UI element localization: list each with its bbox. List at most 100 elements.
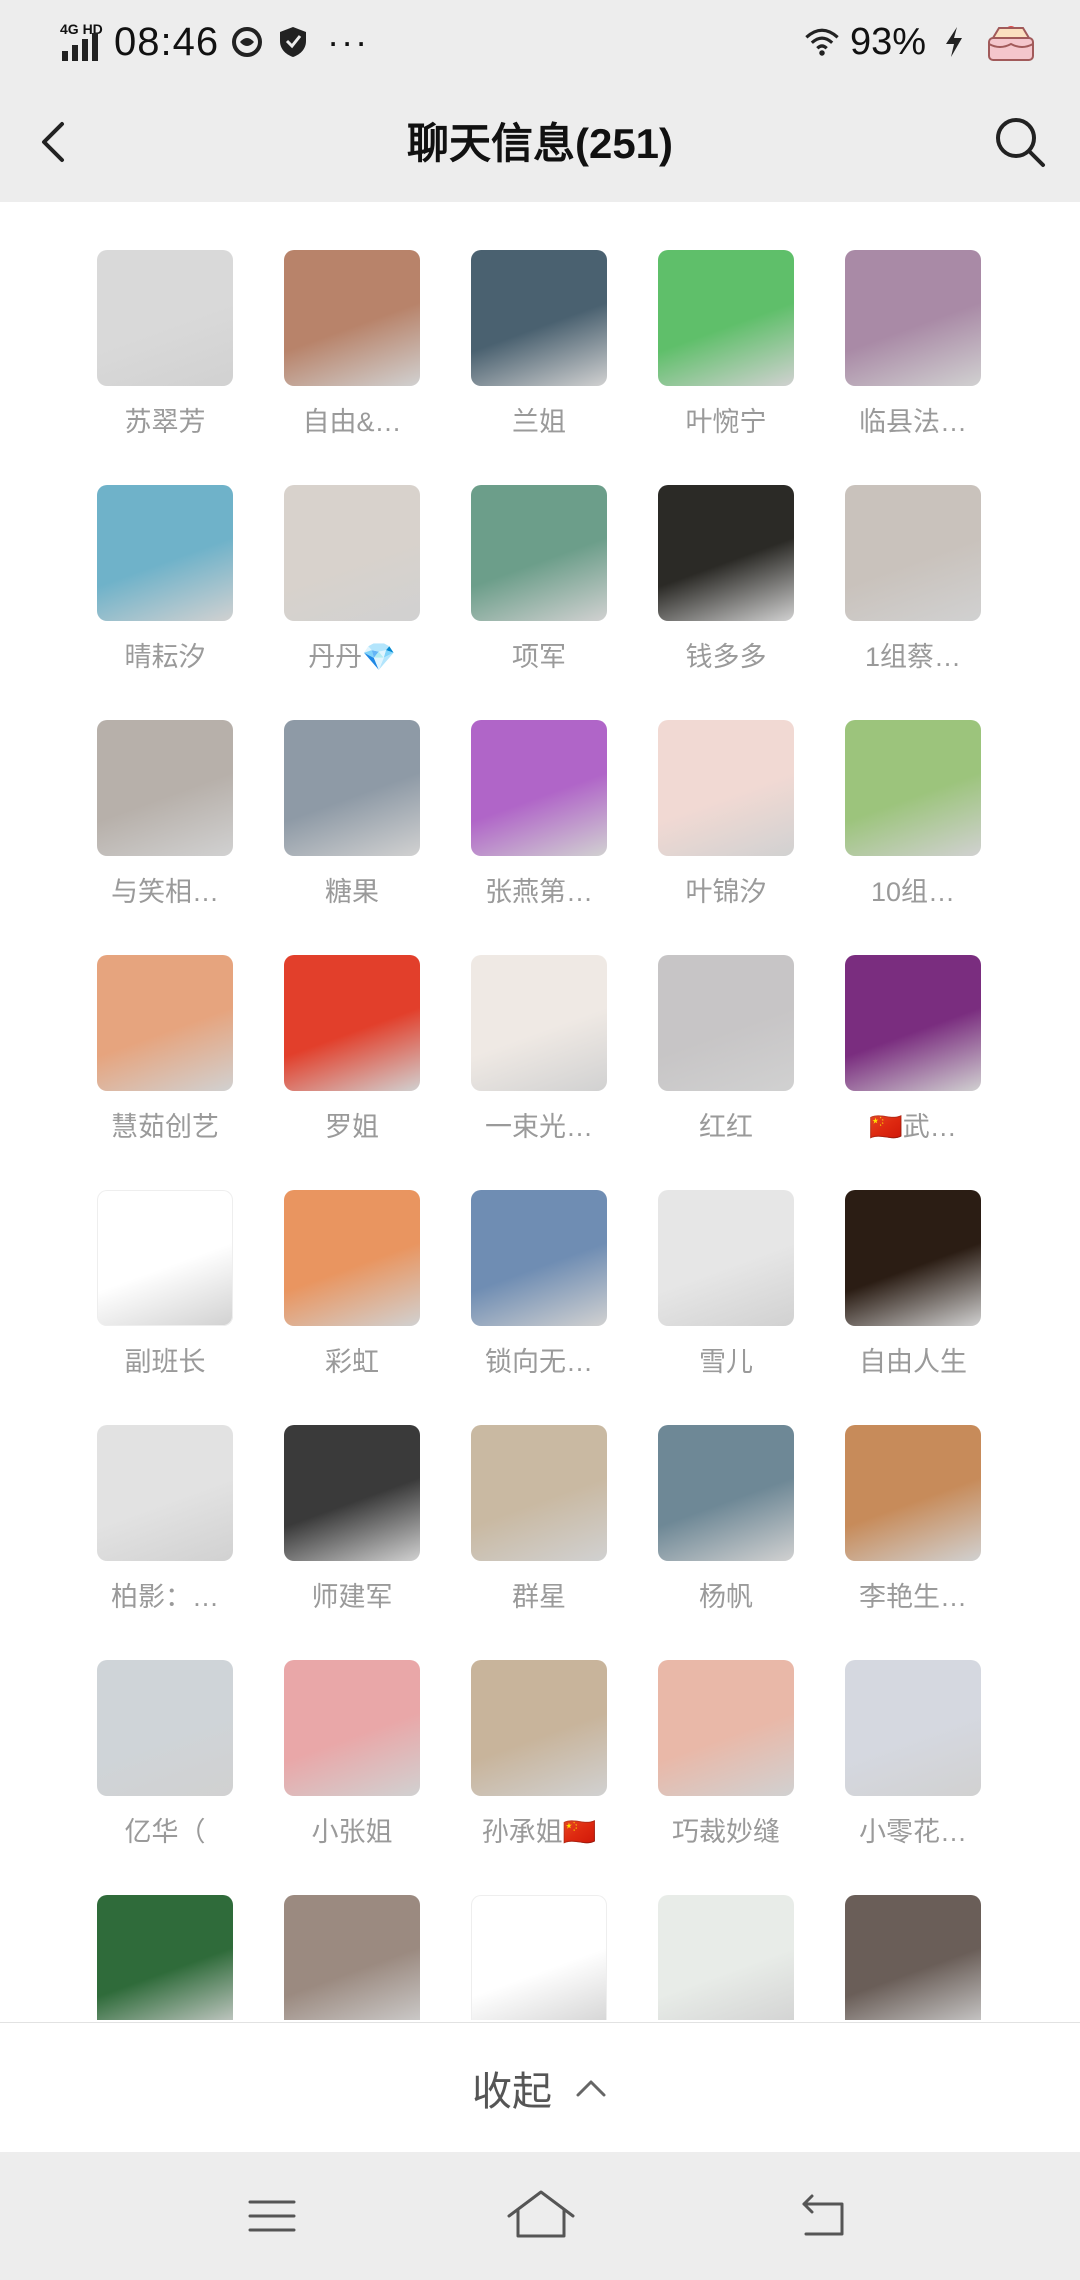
member-name: 杨帆: [699, 1582, 753, 1612]
member-item[interactable]: 慧茹创艺: [80, 907, 250, 1142]
member-item[interactable]: 小零花…: [828, 1612, 998, 1847]
member-item[interactable]: [80, 1847, 250, 2020]
avatar: [658, 1660, 794, 1796]
avatar: [845, 1190, 981, 1326]
member-name: 红红: [699, 1112, 753, 1142]
member-item[interactable]: 苏翠芳: [80, 202, 250, 437]
member-item[interactable]: [828, 1847, 998, 2020]
avatar: [658, 250, 794, 386]
avatar: [845, 1660, 981, 1796]
member-item[interactable]: 与笑相…: [80, 672, 250, 907]
member-item[interactable]: 项军: [454, 437, 624, 672]
top-nav-bar: 聊天信息(251): [0, 82, 1080, 202]
member-item[interactable]: 师建军: [267, 1377, 437, 1612]
wifi-icon: [804, 24, 840, 60]
home-button[interactable]: [504, 2186, 578, 2246]
member-item[interactable]: [641, 1847, 811, 2020]
member-name: 李艳生…: [859, 1582, 967, 1612]
system-back-button[interactable]: [794, 2186, 854, 2246]
avatar: [658, 485, 794, 621]
member-item[interactable]: 锁向无…: [454, 1142, 624, 1377]
avatar: [471, 1425, 607, 1561]
member-name: 小零花…: [859, 1817, 967, 1847]
vpn-shield-icon: [275, 24, 311, 60]
member-item[interactable]: 罗姐: [267, 907, 437, 1142]
member-item[interactable]: 杨帆: [641, 1377, 811, 1612]
member-name: 小张姐: [311, 1817, 393, 1847]
member-name: 1组蔡…: [864, 642, 962, 672]
avatar: [97, 1895, 233, 2020]
member-item[interactable]: 小张姐: [267, 1612, 437, 1847]
member-item[interactable]: 丹丹💎: [267, 437, 437, 672]
member-name: 晴耘汐: [124, 642, 206, 672]
member-name: 钱多多: [685, 642, 767, 672]
member-name: 一束光…: [485, 1112, 593, 1142]
member-item[interactable]: 糖果: [267, 672, 437, 907]
member-name: 群星: [512, 1582, 566, 1612]
avatar: [471, 1895, 607, 2020]
avatar: [284, 250, 420, 386]
member-item[interactable]: 钱多多: [641, 437, 811, 672]
avatar: [471, 485, 607, 621]
member-item[interactable]: 彩虹: [267, 1142, 437, 1377]
more-dots-icon: ···: [327, 21, 370, 62]
member-name: 张燕第…: [485, 877, 593, 907]
back-icon: [802, 2194, 844, 2236]
member-name: 彩虹: [325, 1347, 379, 1377]
member-item[interactable]: 副班长: [80, 1142, 250, 1377]
avatar: [284, 1895, 420, 2020]
member-item[interactable]: 叶惋宁: [641, 202, 811, 437]
collapse-button[interactable]: 收起: [0, 2022, 1080, 2153]
member-item[interactable]: 李艳生…: [828, 1377, 998, 1612]
avatar: [658, 720, 794, 856]
member-item[interactable]: 张燕第…: [454, 672, 624, 907]
member-item[interactable]: 巧裁妙缝: [641, 1612, 811, 1847]
member-item[interactable]: 一束光…: [454, 907, 624, 1142]
member-name: 巧裁妙缝: [672, 1817, 780, 1847]
search-button[interactable]: [990, 112, 1050, 172]
avatar: [97, 250, 233, 386]
member-item[interactable]: 群星: [454, 1377, 624, 1612]
avatar: [845, 250, 981, 386]
member-name: 🇨🇳武…: [869, 1112, 957, 1142]
member-item[interactable]: 自由人生: [828, 1142, 998, 1377]
avatar: [284, 1425, 420, 1561]
member-item[interactable]: [454, 1847, 624, 2020]
member-name: 自由&…: [302, 407, 402, 437]
member-item[interactable]: 晴耘汐: [80, 437, 250, 672]
member-name: 慧茹创艺: [111, 1112, 219, 1142]
member-item[interactable]: 柏影：…: [80, 1377, 250, 1612]
member-name: 与笑相…: [111, 877, 219, 907]
avatar: [845, 1895, 981, 2020]
member-item[interactable]: 孙承姐🇨🇳: [454, 1612, 624, 1847]
member-name: 叶惋宁: [685, 407, 767, 437]
member-name: 师建军: [311, 1582, 393, 1612]
avatar: [658, 1895, 794, 2020]
member-item[interactable]: 临县法…: [828, 202, 998, 437]
member-name: 苏翠芳: [124, 407, 206, 437]
avatar: [97, 1660, 233, 1796]
member-name: 雪儿: [699, 1347, 753, 1377]
member-item[interactable]: 10组…: [828, 672, 998, 907]
member-name: 叶锦汐: [685, 877, 767, 907]
member-item[interactable]: 自由&…: [267, 202, 437, 437]
status-left: 4G HD 08:46 ···: [58, 14, 369, 70]
avatar: [284, 720, 420, 856]
member-item[interactable]: 亿华（: [80, 1612, 250, 1847]
member-item[interactable]: 兰姐: [454, 202, 624, 437]
member-item[interactable]: 🇨🇳武…: [828, 907, 998, 1142]
menu-button[interactable]: [242, 2186, 302, 2246]
member-item[interactable]: 红红: [641, 907, 811, 1142]
member-name: 项军: [512, 642, 566, 672]
avatar: [97, 1190, 233, 1326]
member-name: 10组…: [870, 877, 956, 907]
member-item[interactable]: 雪儿: [641, 1142, 811, 1377]
member-item[interactable]: [267, 1847, 437, 2020]
avatar: [97, 1425, 233, 1561]
member-name: 亿华（: [124, 1817, 206, 1847]
search-icon: [996, 118, 1045, 167]
avatar: [471, 1660, 607, 1796]
member-item[interactable]: 1组蔡…: [828, 437, 998, 672]
status-time: 08:46: [114, 19, 220, 64]
member-item[interactable]: 叶锦汐: [641, 672, 811, 907]
